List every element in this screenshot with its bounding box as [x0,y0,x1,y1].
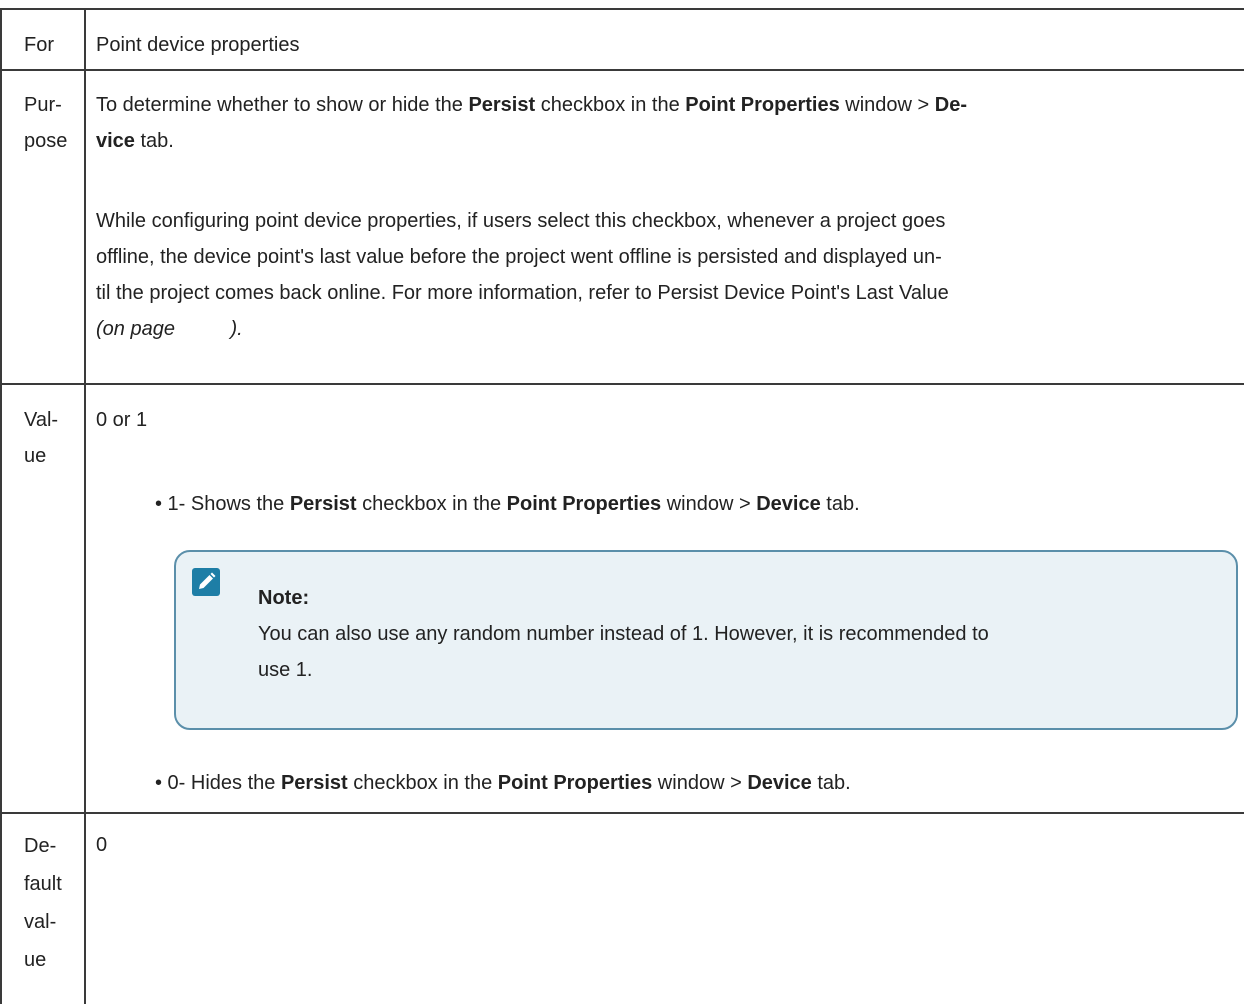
table-row-divider [0,383,1244,385]
table-row-divider [0,69,1244,71]
term-point-properties: Point Properties [497,772,653,794]
table-border-left [0,8,2,1004]
page-reference-link[interactable]: (on page ). [96,311,1236,347]
table-row-divider [0,812,1244,814]
term-device: De- [934,94,968,116]
note-callout: Note: You can also use any random number… [174,550,1238,730]
purpose-paragraph-2: While configuring point device propertie… [96,203,1236,347]
paragraph-line: While configuring point device propertie… [96,210,946,232]
row-value-purpose: To determine whether to show or hide the… [96,87,1236,159]
row-label-value: Val- ue [24,402,82,474]
term-persist: Persist [280,772,348,794]
term-device: vice [96,130,135,152]
term-point-properties: Point Properties [506,493,662,515]
default-value-text: 0 [96,834,108,856]
purpose-paragraph-1-line-2: vice tab. [96,123,1236,159]
note-title: Note: [258,587,310,609]
term-device: Device [756,493,821,515]
text-run: window > [661,493,757,515]
text-run: checkbox in the [535,94,686,116]
row-label-line: Val- [24,409,59,431]
row-value-value: 0 or 1 [96,402,1236,438]
row-label-line: val- [24,911,57,933]
note-body: You can also use any random number inste… [258,616,1228,688]
properties-table: For Point device properties Pur- pose To… [0,0,1244,1004]
term-persist: Persist [468,94,536,116]
pencil-icon [192,568,220,596]
row-value-default: 0 [96,827,1236,863]
row-label-line: fault [24,873,62,895]
text-run: checkbox in the [356,493,507,515]
term-point-properties: Point Properties [685,94,840,116]
row-label-line: ue [24,949,47,971]
paragraph-line: offline, the device point's last value b… [96,246,942,268]
text-run: tab. [820,493,860,515]
list-item: • 0- Hides the Persist checkbox in the P… [155,765,851,801]
row-label-purpose: Pur- pose [24,87,82,159]
paragraph-line: til the project comes back online. For m… [96,282,949,304]
text-run: window > [839,94,935,116]
row-value-text: Point device properties [96,34,300,56]
row-label-line: ue [24,445,47,467]
text-run: To determine whether to show or hide the [96,94,469,116]
row-value-for: Point device properties [96,27,1236,63]
value-intro: 0 or 1 [96,409,148,431]
text-run: window > [652,772,748,794]
row-label-line: De- [24,835,57,857]
row-label-line: pose [24,130,68,152]
row-label-default-value: De- fault val- ue [24,827,82,979]
text-run: tab. [134,130,174,152]
table-border-top [0,8,1244,10]
text-run: tab. [811,772,851,794]
text-run: checkbox in the [347,772,498,794]
table-column-divider [84,8,86,1004]
note-line: use 1. [258,659,313,681]
term-device: Device [747,772,812,794]
term-persist: Persist [289,493,357,515]
note-line: You can also use any random number inste… [258,623,989,645]
purpose-paragraph-1-line-1: To determine whether to show or hide the… [96,87,1236,123]
list-item: • 1- Shows the Persist checkbox in the P… [155,486,860,522]
row-label-for: For [24,27,82,63]
row-label-line: Pur- [24,94,62,116]
text-run: • 1- Shows the [155,493,290,515]
text-run: • 0- Hides the [155,772,281,794]
row-label-text: For [24,34,54,56]
